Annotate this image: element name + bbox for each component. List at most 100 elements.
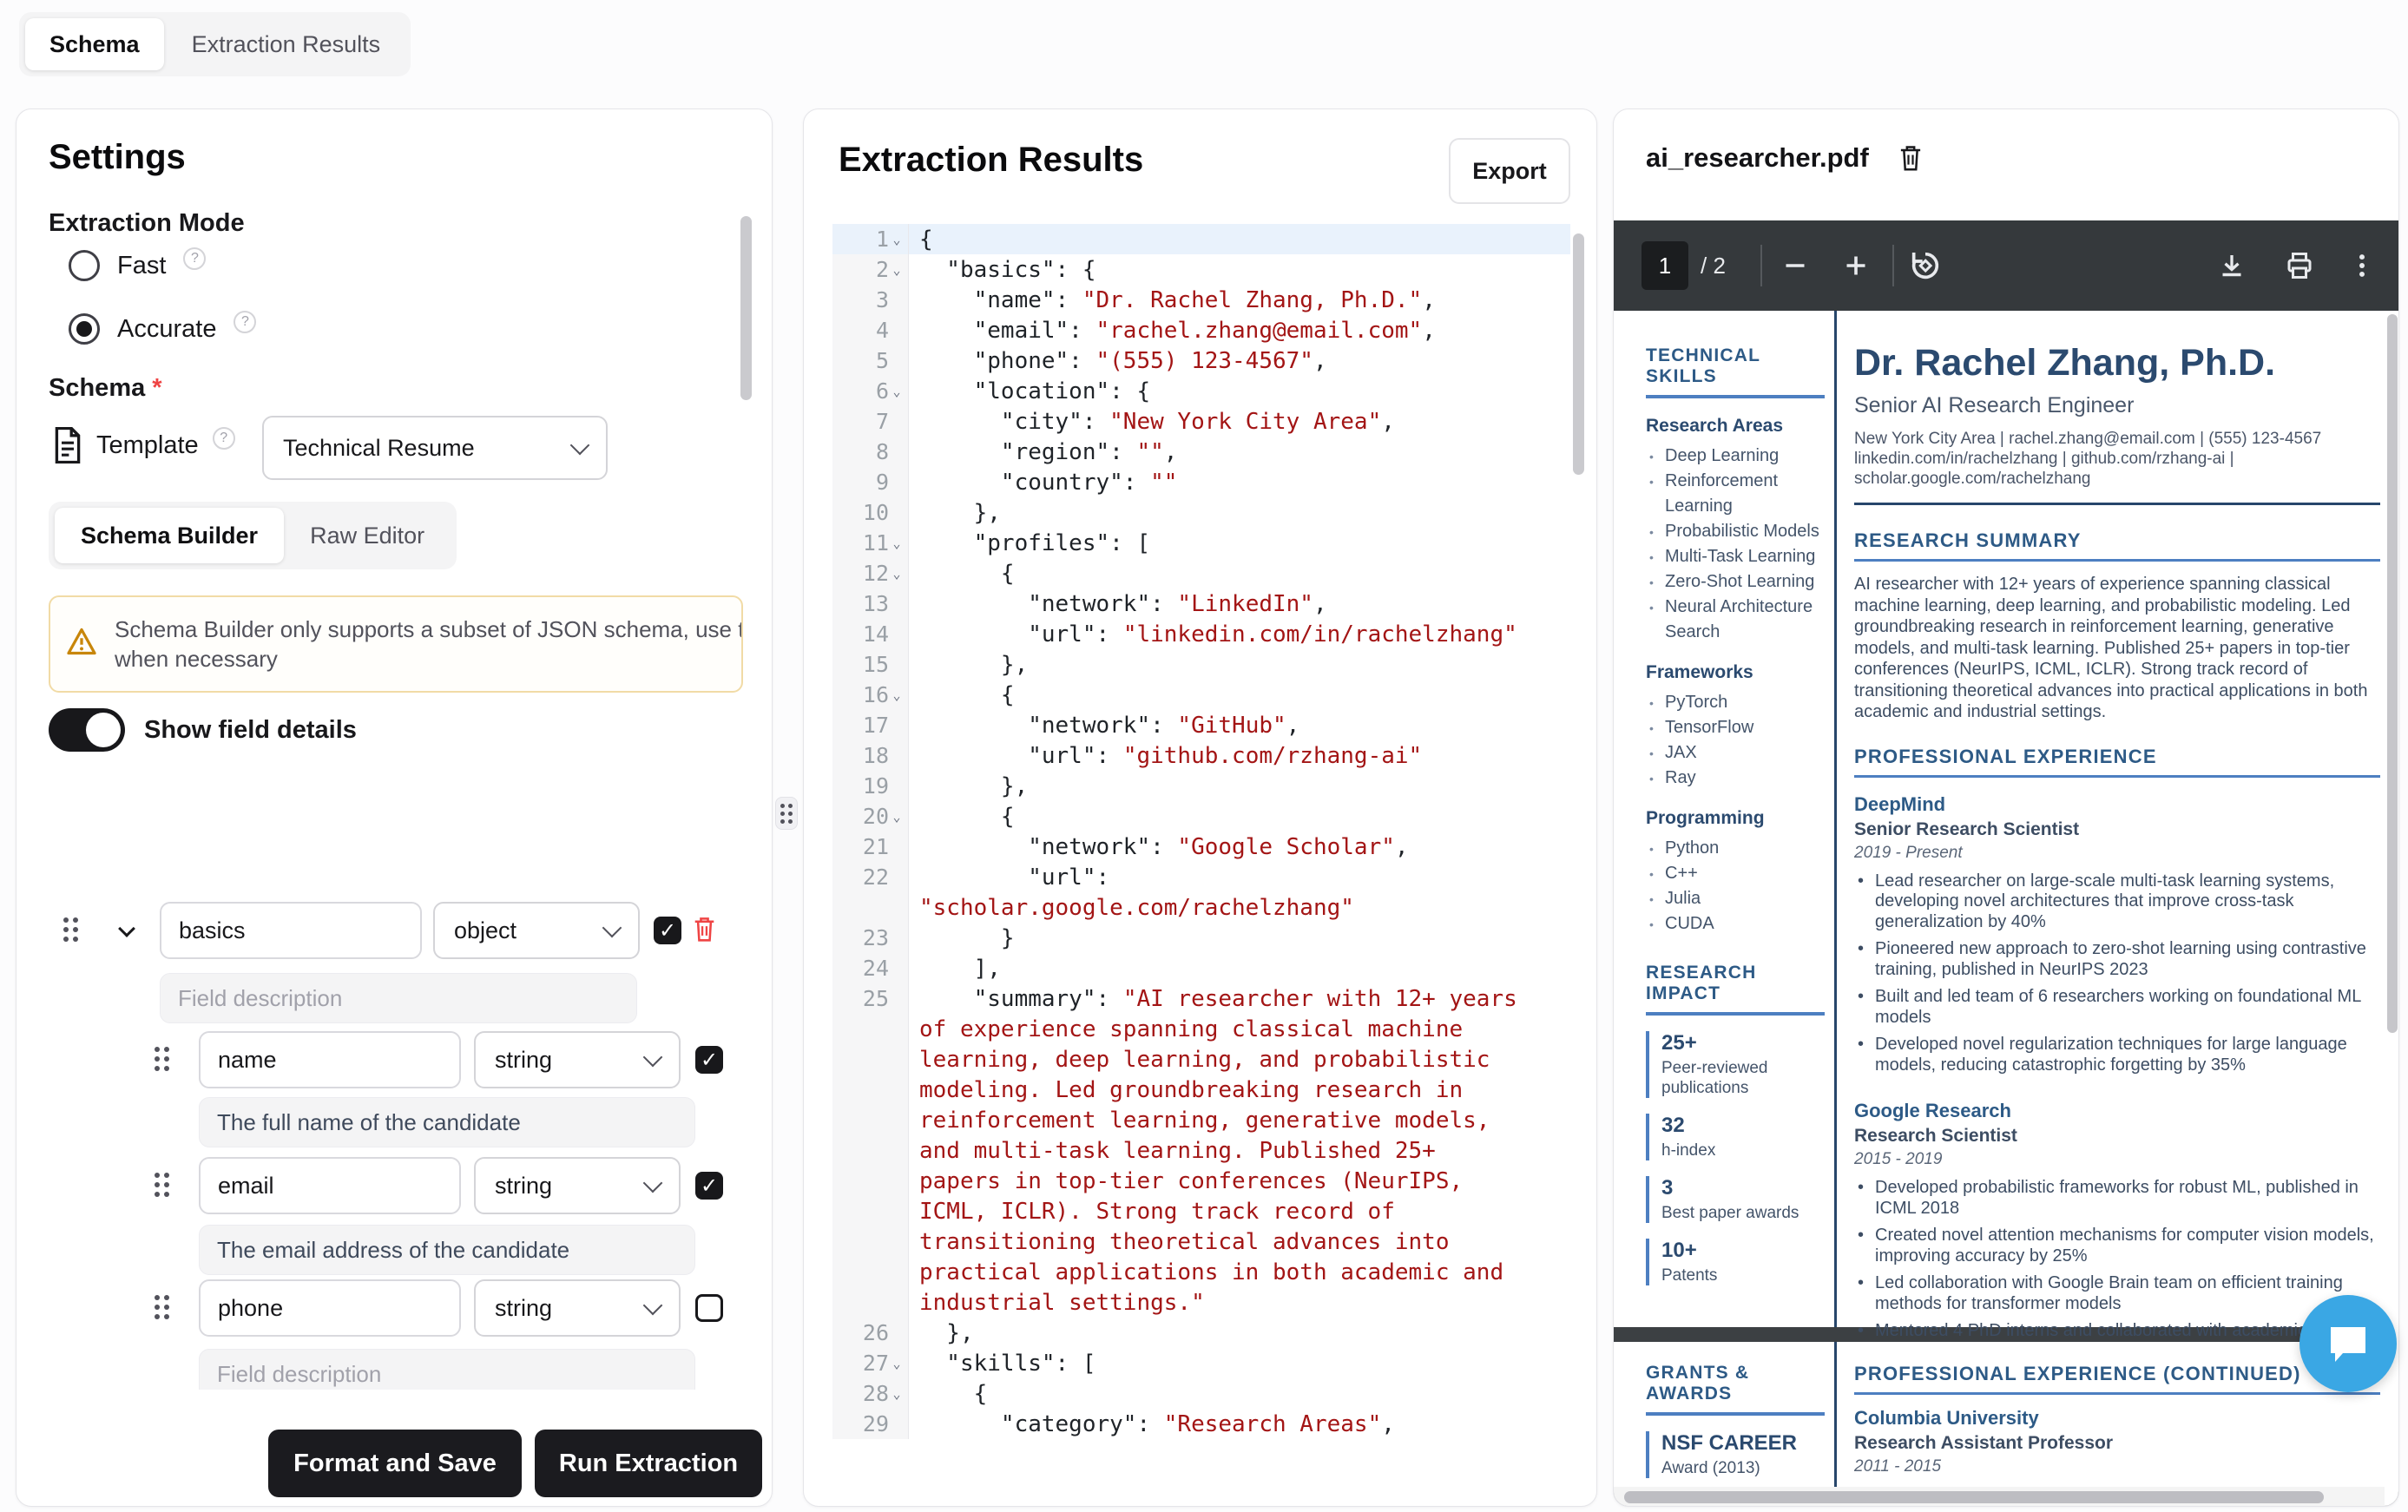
field-type-select[interactable]: string	[474, 1157, 681, 1214]
code-line[interactable]: 10 },	[832, 497, 1570, 528]
code-line[interactable]: 26 },	[832, 1318, 1570, 1348]
code-line[interactable]: transitioning theoretical advances into	[832, 1226, 1570, 1257]
code-line[interactable]: "scholar.google.com/rachelzhang"	[832, 892, 1570, 923]
zoom-out-button[interactable]	[1771, 241, 1819, 290]
code-line[interactable]: 22 "url":	[832, 862, 1570, 892]
radio-accurate-label: Accurate	[117, 315, 216, 344]
code-line[interactable]: 15 },	[832, 649, 1570, 680]
code-line[interactable]: papers in top-tier conferences (NeurIPS,	[832, 1166, 1570, 1196]
field-description-input[interactable]: Field description	[160, 973, 637, 1023]
skill-item: Neural Architecture Search	[1646, 595, 1825, 645]
tab-raw-editor[interactable]: Raw Editor	[284, 508, 451, 563]
more-options-icon[interactable]	[2338, 241, 2386, 290]
code-line[interactable]: 24 ],	[832, 953, 1570, 983]
help-icon[interactable]: ?	[183, 247, 206, 270]
field-name-input[interactable]: email	[199, 1157, 461, 1214]
run-extraction-button[interactable]: Run Extraction	[535, 1430, 762, 1497]
tab-schema[interactable]: Schema	[25, 18, 164, 70]
field-name-input[interactable]: basics	[160, 902, 422, 959]
code-line[interactable]: 27⌄ "skills": [	[832, 1348, 1570, 1378]
code-line[interactable]: 13 "network": "LinkedIn",	[832, 588, 1570, 619]
settings-scrollbar[interactable]	[740, 216, 752, 400]
download-icon[interactable]	[2207, 241, 2256, 290]
drag-handle-icon[interactable]	[155, 1295, 172, 1321]
template-select[interactable]: Technical Resume	[262, 416, 608, 480]
delete-field-button[interactable]	[693, 916, 716, 943]
field-type-select[interactable]: string	[474, 1031, 681, 1088]
field-name-input[interactable]: name	[199, 1031, 461, 1088]
code-line[interactable]: 17 "network": "GitHub",	[832, 710, 1570, 740]
json-code-editor[interactable]: 1⌄{2⌄ "basics": {3 "name": "Dr. Rachel Z…	[832, 224, 1570, 1450]
rule	[1854, 559, 2380, 562]
field-required-checkbox[interactable]: ✓	[654, 917, 681, 944]
field-type-select[interactable]: string	[474, 1279, 681, 1337]
code-line[interactable]: 28⌄ {	[832, 1378, 1570, 1409]
field-name-input[interactable]: phone	[199, 1279, 461, 1337]
drag-handle-icon[interactable]	[63, 917, 81, 943]
schema-field-row-name: namestring ✓	[16, 1031, 754, 1088]
chat-widget-button[interactable]	[2299, 1295, 2397, 1392]
tab-schema-builder[interactable]: Schema Builder	[55, 508, 284, 563]
field-required-checkbox[interactable]: ✓	[695, 1046, 723, 1074]
field-description-input[interactable]: The full name of the candidate	[199, 1097, 695, 1147]
tab-extraction-results[interactable]: Extraction Results	[168, 18, 405, 70]
code-line[interactable]: ICML, ICLR). Strong track record of	[832, 1196, 1570, 1226]
code-line[interactable]: reinforcement learning, generative model…	[832, 1105, 1570, 1135]
code-line[interactable]: 18 "url": "github.com/rzhang-ai"	[832, 740, 1570, 771]
radio-accurate-icon[interactable]	[69, 313, 100, 345]
panel-resize-handle[interactable]	[775, 797, 798, 830]
editor-scrollbar[interactable]	[1573, 233, 1584, 475]
print-icon[interactable]	[2275, 241, 2324, 290]
code-line[interactable]: 1⌄{	[832, 224, 1570, 254]
drag-handle-icon[interactable]	[155, 1047, 172, 1073]
code-line[interactable]: modeling. Led groundbreaking research in	[832, 1075, 1570, 1105]
skill-item: Multi-Task Learning	[1646, 544, 1825, 569]
code-line[interactable]: 23 }	[832, 923, 1570, 953]
code-line[interactable]: 8 "region": "",	[832, 437, 1570, 467]
code-line[interactable]: 5 "phone": "(555) 123-4567",	[832, 345, 1570, 376]
field-description-input[interactable]: The email address of the candidate	[199, 1225, 695, 1275]
field-type-select[interactable]: object	[433, 902, 640, 959]
page-number-input[interactable]: 1	[1642, 241, 1688, 290]
field-required-checkbox[interactable]: ✓	[695, 1172, 723, 1200]
code-line[interactable]: and multi-task learning. Published 25+	[832, 1135, 1570, 1166]
drag-handle-icon[interactable]	[155, 1173, 172, 1199]
radio-fast-icon[interactable]	[69, 250, 100, 281]
export-button[interactable]: Export	[1449, 138, 1570, 204]
code-line[interactable]: 19 },	[832, 771, 1570, 801]
rotate-button[interactable]	[1901, 241, 1950, 290]
code-line[interactable]: 11⌄ "profiles": [	[832, 528, 1570, 558]
help-icon[interactable]: ?	[213, 427, 235, 450]
code-line[interactable]: 4 "email": "rachel.zhang@email.com",	[832, 315, 1570, 345]
code-line[interactable]: 29 "category": "Research Areas",	[832, 1409, 1570, 1439]
chevron-down-icon[interactable]	[118, 920, 135, 937]
code-line[interactable]: 12⌄ {	[832, 558, 1570, 588]
code-line[interactable]: practical applications in both academic …	[832, 1257, 1570, 1287]
code-line[interactable]: 21 "network": "Google Scholar",	[832, 832, 1570, 862]
radio-fast[interactable]: Fast ?	[69, 250, 206, 281]
zoom-in-button[interactable]	[1832, 241, 1880, 290]
pdf-horizontal-scrollbar[interactable]	[1614, 1487, 2385, 1507]
code-line[interactable]: industrial settings."	[832, 1287, 1570, 1318]
radio-accurate[interactable]: Accurate ?	[69, 313, 256, 345]
pdf-viewer[interactable]: TECHNICAL SKILLS Research AreasDeep Lear…	[1614, 311, 2399, 1507]
format-and-save-button[interactable]: Format and Save	[268, 1430, 522, 1497]
code-line[interactable]: 3 "name": "Dr. Rachel Zhang, Ph.D.",	[832, 285, 1570, 315]
code-line[interactable]: 20⌄ {	[832, 801, 1570, 832]
code-line[interactable]: 7 "city": "New York City Area",	[832, 406, 1570, 437]
code-line[interactable]: 6⌄ "location": {	[832, 376, 1570, 406]
show-field-details-toggle[interactable]	[49, 708, 125, 752]
resume-name: Dr. Rachel Zhang, Ph.D.	[1854, 342, 2380, 385]
skill-item: Zero-Shot Learning	[1646, 569, 1825, 595]
field-description-input[interactable]: Field description	[199, 1349, 695, 1390]
code-line[interactable]: 16⌄ {	[832, 680, 1570, 710]
code-line[interactable]: 25 "summary": "AI researcher with 12+ ye…	[832, 983, 1570, 1014]
code-line[interactable]: learning, deep learning, and probabilist…	[832, 1044, 1570, 1075]
delete-pdf-button[interactable]	[1898, 144, 1923, 172]
code-line[interactable]: 14 "url": "linkedin.com/in/rachelzhang"	[832, 619, 1570, 649]
code-line[interactable]: 9 "country": ""	[832, 467, 1570, 497]
field-required-checkbox[interactable]	[695, 1294, 723, 1322]
help-icon[interactable]: ?	[234, 311, 256, 333]
code-line[interactable]: 2⌄ "basics": {	[832, 254, 1570, 285]
code-line[interactable]: of experience spanning classical machine	[832, 1014, 1570, 1044]
